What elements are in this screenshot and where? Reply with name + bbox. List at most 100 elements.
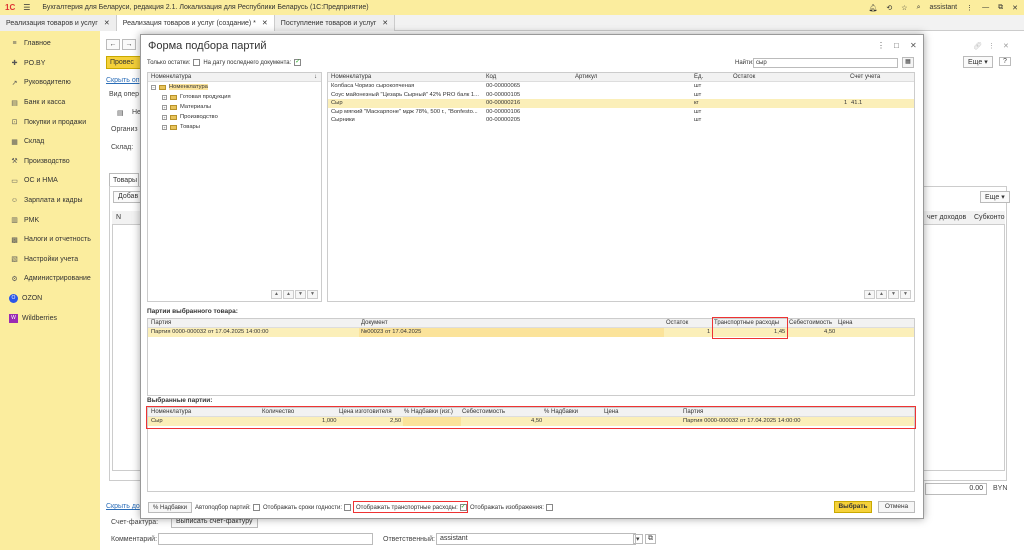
auto-checkbox[interactable] (252, 504, 260, 511)
sort-icon[interactable]: ↓ (314, 74, 317, 80)
tree-item[interactable]: − Номенклатура (148, 82, 321, 92)
settings-menu-icon[interactable]: ⋮ (966, 4, 973, 12)
sidebar-item-admin[interactable]: ⚙ Администрирование (0, 269, 100, 289)
sidebar-item-payroll[interactable]: ☺ Зарплата и кадры (0, 191, 100, 211)
tab-sales[interactable]: Реализация товаров и услуг ✕ (0, 15, 117, 31)
scroll-down-icon[interactable]: ▼ (295, 290, 306, 299)
hide-link-2[interactable]: Скрыть до (106, 503, 140, 510)
organization-label: Организ (111, 126, 138, 133)
scroll-bottom-icon[interactable]: ▼ (900, 290, 911, 299)
sidebar-item-purchases[interactable]: ⊡ Покупки и продажи (0, 112, 100, 132)
expiry-checkbox[interactable] (344, 504, 352, 511)
find-input[interactable]: сыр (753, 58, 898, 68)
responsible-input[interactable]: assistant (436, 533, 636, 545)
history-icon[interactable]: ⟲ (886, 4, 892, 12)
tree-item[interactable]: + Производство (148, 112, 321, 122)
sidebar-item-bank[interactable]: ▤ Банк и касса (0, 93, 100, 113)
sidebar-item-pmk[interactable]: ▥ PMK (0, 210, 100, 230)
more-icon[interactable]: ⋮ (988, 42, 995, 50)
selected-row-highlight (146, 406, 916, 429)
scroll-down-icon[interactable]: ▼ (888, 290, 899, 299)
back-button[interactable]: ← (106, 39, 120, 50)
on-date-checkbox[interactable]: ✓ (294, 59, 302, 66)
user-name[interactable]: assistant (930, 4, 958, 11)
star-icon[interactable]: ☆ (901, 4, 907, 12)
more-icon[interactable]: ⋮ (877, 41, 885, 50)
sidebar-item-manager[interactable]: ↗ Руководителю (0, 73, 100, 93)
table-row[interactable]: Сыр мягкий "Маскарпоне" мдж 78%, 500 г.,… (328, 108, 914, 117)
forward-button[interactable]: → (122, 39, 136, 50)
expand-icon[interactable]: + (162, 94, 167, 100)
cell-unit: шт (694, 91, 702, 98)
tab-receipt[interactable]: Поступление товаров и услуг ✕ (274, 15, 396, 31)
table-row[interactable]: Сыр 00-00000216 кг 1 41.1 (328, 99, 914, 108)
dropdown-icon[interactable]: ▾ (633, 534, 643, 544)
help-button[interactable]: ? (999, 57, 1011, 66)
select-button[interactable]: Выбрать (834, 501, 872, 513)
search-icon[interactable]: ⌕ (917, 4, 921, 12)
expand-icon[interactable]: + (162, 124, 167, 130)
hide-link[interactable]: Скрыть оп (106, 77, 140, 84)
close-icon[interactable]: ✕ (382, 19, 388, 27)
bell-icon[interactable]: 🔔︎ (869, 4, 878, 12)
maximize-icon[interactable]: □ (894, 41, 899, 50)
cell-code: 00-00000216 (486, 100, 521, 106)
close-icon[interactable]: ✕ (262, 19, 268, 27)
tree-item[interactable]: + Товары (148, 122, 321, 132)
table-row[interactable]: Соус майонезный "Цезарь Сырный" 42% PRO … (328, 91, 914, 100)
table-row[interactable]: Партия 0000-000032 от 17.04.2025 14:00:0… (148, 328, 914, 337)
menu-icon[interactable]: ☰ (23, 3, 30, 12)
tab-sales-create[interactable]: Реализация товаров и услуг (создание) * ✕ (116, 15, 275, 31)
cell-name: Соус майонезный "Цезарь Сырный" 42% PRO … (331, 91, 479, 98)
sidebar-item-main[interactable]: ≡ Главное (0, 34, 100, 54)
dialog-title: Форма подбора партий (148, 40, 267, 52)
col-lot: Партия (151, 320, 172, 326)
goods-more-button[interactable]: Еще ▾ (980, 191, 1010, 203)
close-icon[interactable]: ✕ (910, 41, 917, 50)
images-label: Отображать изображения: (470, 504, 544, 511)
table-row[interactable]: Сырники 00-00000205 шт (328, 116, 914, 125)
comment-input[interactable] (158, 533, 373, 545)
sidebar-item-production[interactable]: ⚒ Производство (0, 152, 100, 172)
sidebar-item-label: Налоги и отчетность (24, 236, 91, 244)
sidebar-item-ozon[interactable]: O OZON (0, 289, 100, 309)
post-button[interactable]: Провес (106, 56, 141, 69)
expand-icon[interactable]: + (162, 114, 167, 120)
expand-icon[interactable]: + (162, 104, 167, 110)
sidebar-item-poby[interactable]: ✚ PO.BY (0, 54, 100, 74)
minimize-icon[interactable]: — (982, 4, 989, 11)
calculator-button[interactable]: ▦ (902, 57, 914, 68)
collapse-icon[interactable]: − (151, 84, 156, 90)
warehouse-icon: ▦ (11, 138, 18, 146)
markup-button[interactable]: % Надбавки (148, 502, 192, 513)
close-icon[interactable]: ✕ (1012, 4, 1018, 12)
scroll-up-icon[interactable]: ▲ (876, 290, 887, 299)
open-icon[interactable]: ⧉ (645, 534, 656, 544)
close-icon[interactable]: ✕ (104, 19, 110, 27)
table-row[interactable]: Колбаса Чоризо сырокопченая 00-00000065 шт (328, 82, 914, 91)
cancel-button[interactable]: Отмена (878, 501, 915, 513)
restore-icon[interactable]: ⧉ (998, 4, 1003, 12)
tab-goods[interactable]: Товары (109, 173, 139, 187)
sidebar-item-assets[interactable]: ▭ ОС и НМА (0, 171, 100, 191)
images-checkbox[interactable] (545, 504, 553, 511)
sidebar-item-settings[interactable]: ▧ Настройки учета (0, 250, 100, 270)
scroll-top-icon[interactable]: ▲ (864, 290, 875, 299)
only-rest-checkbox[interactable] (193, 59, 201, 66)
sidebar-item-wildberries[interactable]: W Wildberries (0, 308, 100, 328)
menu-icon: ≡ (12, 40, 17, 48)
gear-icon: ⚙ (11, 275, 18, 283)
close-icon[interactable]: ✕ (1003, 42, 1009, 50)
scroll-up-icon[interactable]: ▲ (283, 290, 294, 299)
tree-item[interactable]: + Материалы (148, 102, 321, 112)
scroll-top-icon[interactable]: ▲ (271, 290, 282, 299)
add-button[interactable]: Добав (113, 191, 144, 203)
sidebar-item-taxes[interactable]: ▩ Налоги и отчетность (0, 230, 100, 250)
sidebar-item-label: Администрирование (24, 275, 91, 283)
link-icon[interactable]: 🔗︎ (973, 42, 982, 50)
scroll-bottom-icon[interactable]: ▼ (307, 290, 318, 299)
tree-item[interactable]: + Готовая продукция (148, 92, 321, 102)
sidebar-item-warehouse[interactable]: ▦ Склад (0, 132, 100, 152)
nomenclature-tree: Номенклатура ↓ − Номенклатура + Готовая про… (147, 72, 322, 302)
more-button[interactable]: Еще ▾ (963, 56, 993, 68)
